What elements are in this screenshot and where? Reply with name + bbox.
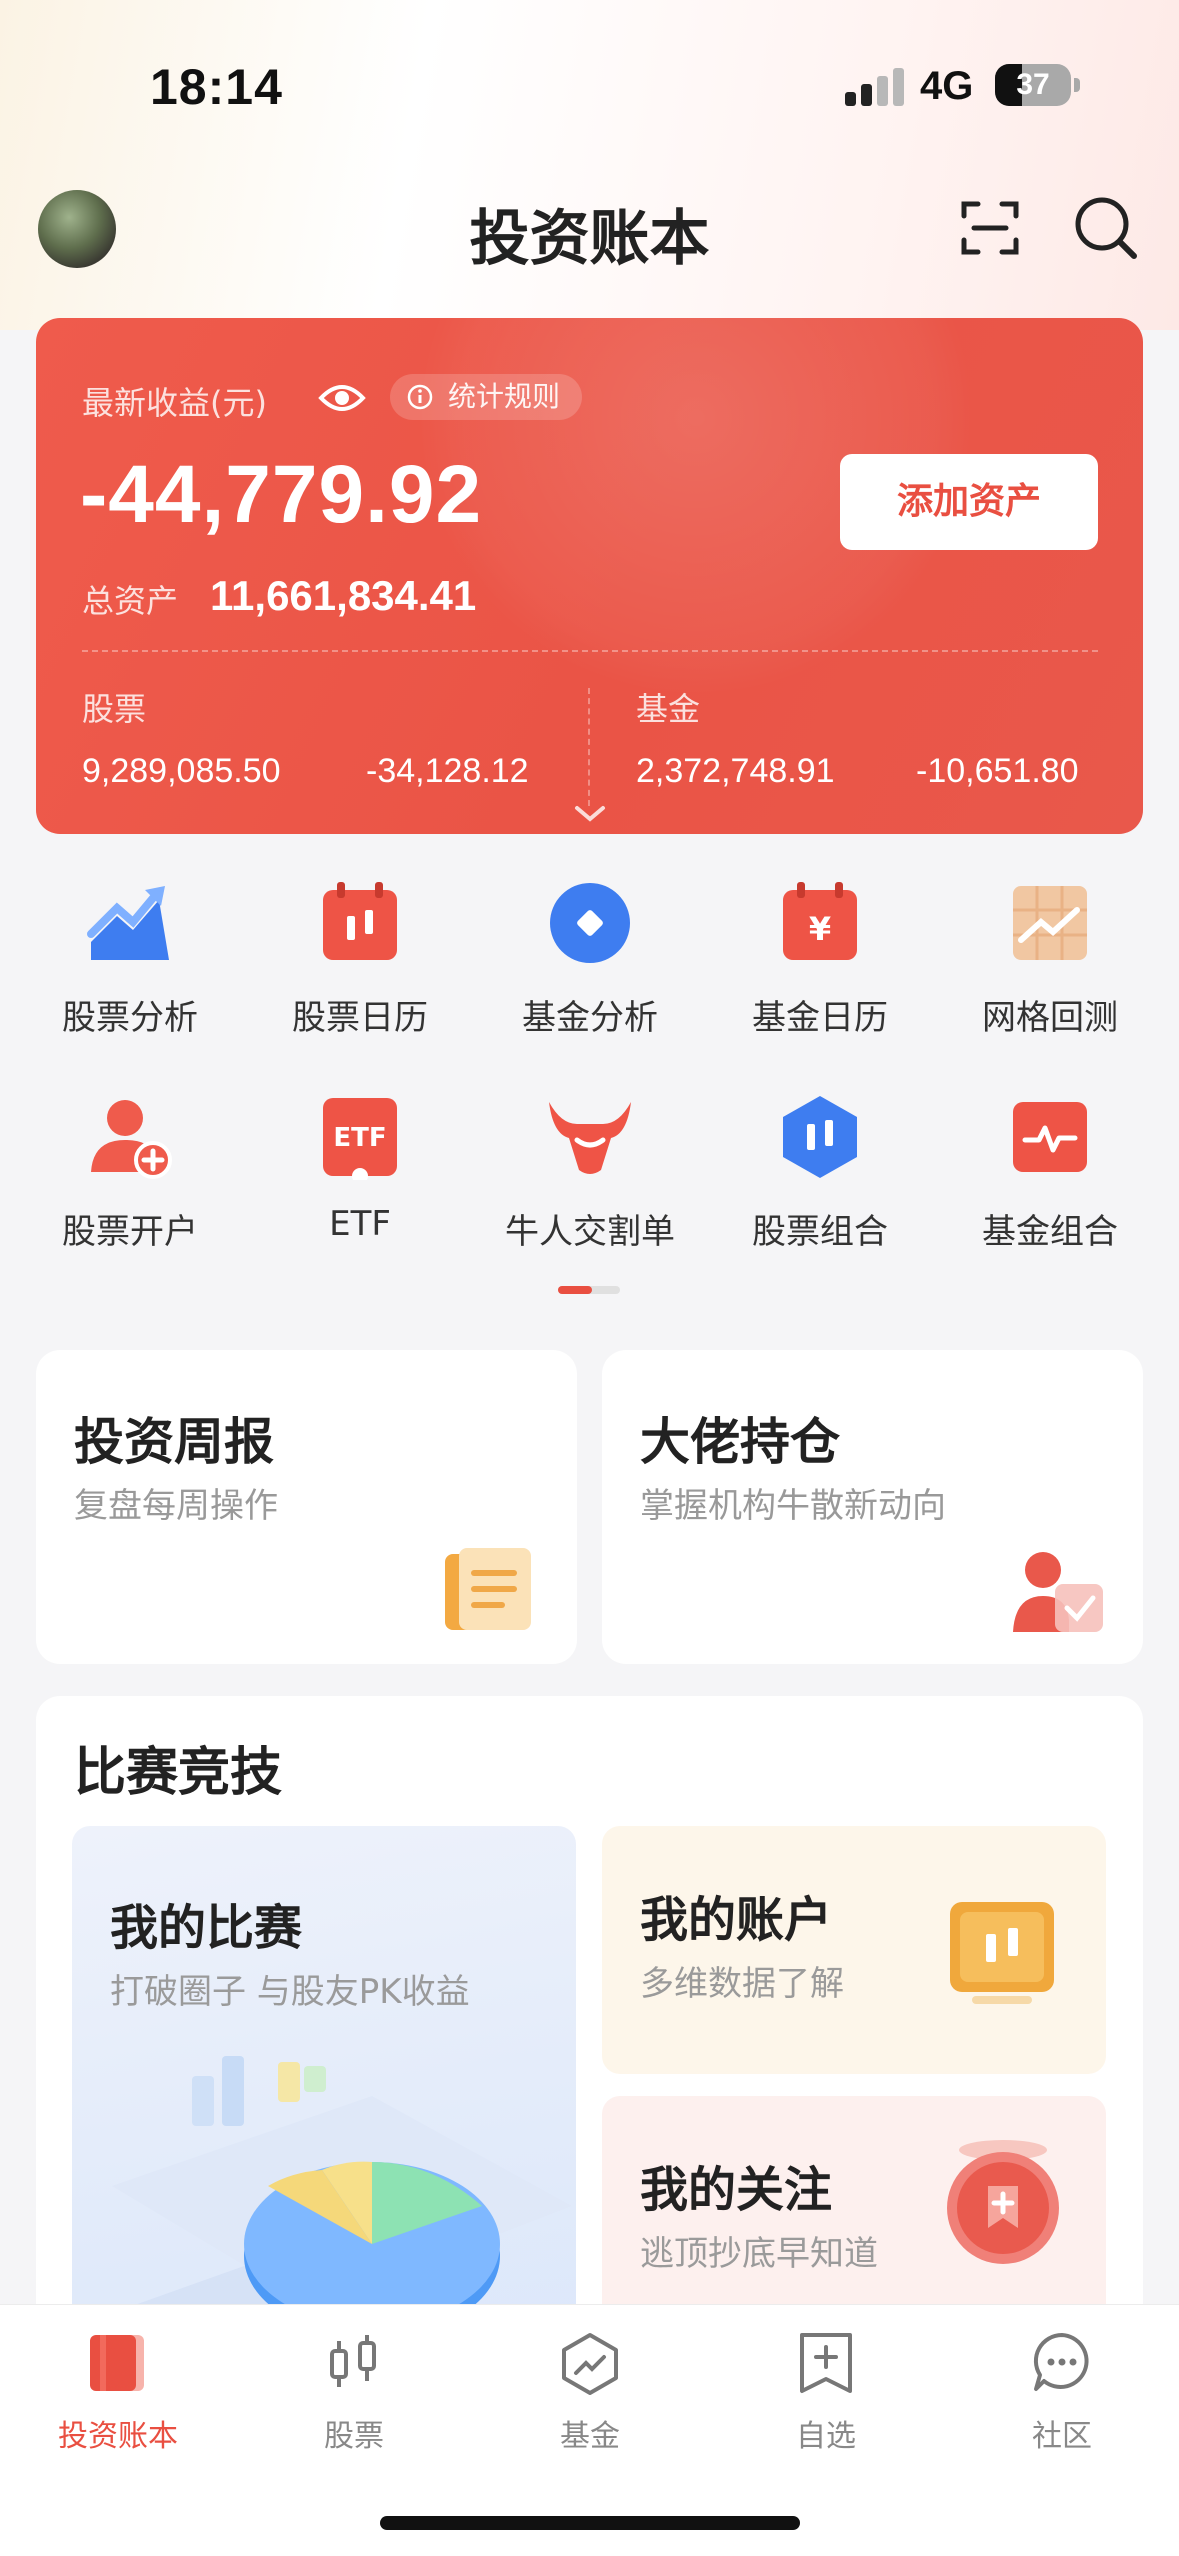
earnings-card[interactable]: 最新收益(元) 统计规则 -44,779.92 添加资产 总资产 11,661,… <box>36 318 1143 834</box>
funds-pnl: -10,651.80 <box>916 752 1079 790</box>
card-title: 投资周报 <box>74 1413 274 1471</box>
grid-item-stock-portfolio[interactable]: 股票组合 <box>705 1094 935 1274</box>
grid-label: 基金分析 <box>522 998 658 1038</box>
grid-item-stock-analysis[interactable]: 股票分析 <box>15 880 245 1060</box>
card-title: 我的账户 <box>640 1892 833 1948</box>
card-subtitle: 掌握机构牛散新动向 <box>640 1486 946 1526</box>
stock-calendar-icon <box>323 882 397 960</box>
candlestick-icon <box>330 2335 376 2387</box>
tab-label: 社区 <box>1032 2419 1092 2454</box>
ledger-icon <box>90 2335 144 2391</box>
grid-label: ETF <box>329 1204 391 1244</box>
community-icon <box>1033 2332 1089 2391</box>
stocks-pnl: -34,128.12 <box>366 752 529 790</box>
battery-level: 37 <box>1016 68 1050 101</box>
tab-label: 基金 <box>560 2419 620 2454</box>
grid-item-fund-portfolio[interactable]: 基金组合 <box>935 1094 1165 1274</box>
grid-item-fund-analysis[interactable]: 基金分析 <box>475 880 705 1060</box>
fund-icon <box>562 2333 618 2395</box>
funds-amount: 2,372,748.91 <box>636 752 835 790</box>
competition-section: 比赛竞技 我的比赛 打破圈子 与股友PK收益 我的账户 多维数据了解 我的关注 … <box>36 1696 1143 2376</box>
stock-portfolio-icon <box>783 1096 857 1178</box>
search-icon[interactable] <box>1072 194 1138 260</box>
divider <box>82 650 1098 652</box>
grid-item-fund-calendar[interactable]: ¥ 基金日历 <box>705 880 935 1060</box>
my-match-card[interactable]: 我的比赛 打破圈子 与股友PK收益 <box>72 1826 576 2376</box>
tab-label: 股票 <box>324 2419 384 2454</box>
svg-text:ETF: ETF <box>333 1123 386 1153</box>
grid-label: 股票分析 <box>62 998 198 1038</box>
tab-community[interactable]: 社区 <box>944 2331 1179 2471</box>
grid-item-grid-backtest[interactable]: 网格回测 <box>935 880 1165 1060</box>
card-title: 我的关注 <box>640 2162 833 2218</box>
bookmark-badge-icon <box>947 2140 1059 2264</box>
tab-label: 自选 <box>796 2419 856 2454</box>
tab-stocks[interactable]: 股票 <box>236 2331 472 2471</box>
section-title: 比赛竞技 <box>74 1743 283 1803</box>
grid-label: 网格回测 <box>982 998 1118 1038</box>
grid-label: 基金日历 <box>752 998 888 1038</box>
grid-label: 股票开户 <box>62 1212 198 1252</box>
grid-label: 基金组合 <box>982 1212 1118 1252</box>
signal-icon <box>845 68 905 106</box>
bull-icon <box>549 1102 631 1174</box>
stats-rule-chip[interactable]: 统计规则 <box>390 374 583 420</box>
fund-calendar-icon: ¥ <box>783 882 857 960</box>
open-account-icon <box>91 1100 172 1179</box>
chart-trend-icon <box>87 886 169 960</box>
grid-label: 股票日历 <box>292 998 428 1038</box>
grid-label: 牛人交割单 <box>505 1212 675 1252</box>
watchlist-icon <box>800 2333 852 2393</box>
status-time: 18:14 <box>150 59 283 115</box>
grid-item-stock-calendar[interactable]: 股票日历 <box>245 880 475 1060</box>
my-account-card[interactable]: 我的账户 多维数据了解 <box>602 1826 1106 2074</box>
card-title: 大佬持仓 <box>640 1413 840 1471</box>
add-asset-button[interactable]: 添加资产 <box>840 454 1098 550</box>
total-assets-value: 11,661,834.41 <box>210 572 477 619</box>
tab-ledger[interactable]: 投资账本 <box>0 2331 236 2471</box>
earnings-value: -44,779.92 <box>80 449 483 540</box>
info-icon <box>407 384 433 410</box>
fund-analysis-icon <box>550 883 630 963</box>
grid-backtest-icon <box>1013 886 1087 960</box>
stocks-amount: 9,289,085.50 <box>82 752 281 790</box>
card-subtitle: 多维数据了解 <box>640 1964 844 2004</box>
grid-item-etf[interactable]: ETF ETF <box>245 1094 475 1274</box>
tab-watchlist[interactable]: 自选 <box>708 2331 944 2471</box>
home-indicator[interactable] <box>380 2516 800 2530</box>
etf-icon: ETF <box>323 1098 397 1180</box>
big-holdings-card[interactable]: 大佬持仓 掌握机构牛散新动向 <box>602 1350 1143 1664</box>
tab-label: 投资账本 <box>58 2419 178 2454</box>
battery-icon: 37 <box>995 64 1071 106</box>
document-icon <box>445 1548 531 1630</box>
header-background <box>0 0 1179 330</box>
stocks-label: 股票 <box>82 690 147 728</box>
scan-icon[interactable] <box>960 198 1020 258</box>
card-subtitle: 复盘每周操作 <box>74 1486 278 1526</box>
card-title: 我的比赛 <box>110 1900 303 1956</box>
tab-funds[interactable]: 基金 <box>472 2331 708 2471</box>
stats-rule-label: 统计规则 <box>448 380 561 413</box>
total-assets-label: 总资产 <box>82 582 179 620</box>
card-subtitle: 逃顶抄底早知道 <box>640 2234 878 2274</box>
chevron-down-icon[interactable] <box>573 804 607 824</box>
battery-tip <box>1074 78 1080 92</box>
investor-icon <box>1013 1552 1103 1632</box>
eye-icon[interactable] <box>318 378 366 418</box>
network-label: 4G <box>920 64 974 108</box>
candlestick-board-icon <box>950 1902 1054 2004</box>
svg-text:¥: ¥ <box>809 910 831 948</box>
grid-label: 股票组合 <box>752 1212 888 1252</box>
page-indicator <box>558 1286 620 1294</box>
fund-portfolio-icon <box>1013 1102 1087 1172</box>
divider-vertical <box>588 688 590 806</box>
earnings-label: 最新收益(元) <box>82 384 267 422</box>
weekly-report-card[interactable]: 投资周报 复盘每周操作 <box>36 1350 577 1664</box>
grid-item-open-account[interactable]: 股票开户 <box>15 1094 245 1274</box>
grid-item-bull-trades[interactable]: 牛人交割单 <box>475 1094 705 1274</box>
funds-label: 基金 <box>636 690 701 728</box>
